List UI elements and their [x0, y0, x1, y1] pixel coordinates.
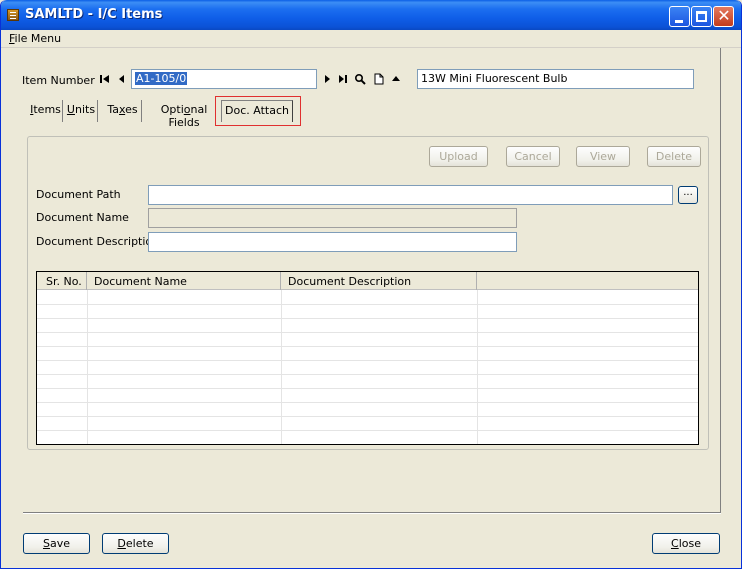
tab-items[interactable]: Items: [29, 100, 63, 122]
table-row[interactable]: [37, 304, 698, 305]
save-button[interactable]: Save: [23, 533, 90, 554]
browse-button[interactable]: ...: [678, 186, 698, 204]
app-icon: [7, 9, 19, 21]
footer-separator-highlight: [23, 513, 721, 514]
column-header-sr-no[interactable]: Sr. No.: [37, 272, 87, 290]
table-row[interactable]: [37, 374, 698, 375]
column-header-document-name[interactable]: Document Name: [87, 272, 281, 290]
previous-record-icon[interactable]: [116, 73, 128, 85]
maximize-icon: [696, 11, 707, 22]
column-header-blank: [477, 272, 698, 290]
grid-header: Sr. No. Document Name Document Descripti…: [37, 272, 698, 290]
table-row[interactable]: [37, 388, 698, 389]
document-path-label: Document Path: [36, 188, 121, 201]
ic-items-window: SAMLTD - I/C Items ✕ File Menu Item Numb…: [0, 0, 742, 569]
table-row[interactable]: [37, 332, 698, 333]
close-window-button[interactable]: ✕: [713, 6, 734, 27]
window-title: SAMLTD - I/C Items: [25, 7, 163, 22]
tab-taxes[interactable]: Taxes: [104, 100, 142, 122]
grid-column-line: [477, 290, 478, 444]
close-icon: ✕: [717, 6, 731, 25]
close-button[interactable]: Close: [652, 533, 720, 554]
grid-column-line: [281, 290, 282, 444]
last-record-icon[interactable]: [337, 73, 349, 85]
item-number-input[interactable]: A1-105/0: [131, 69, 317, 89]
delete-item-button[interactable]: Delete: [102, 533, 169, 554]
document-name-label: Document Name: [36, 211, 129, 224]
tab-units[interactable]: Units: [65, 100, 98, 122]
view-button[interactable]: View: [576, 146, 630, 167]
file-menu[interactable]: File Menu: [9, 32, 61, 45]
zoom-up-icon[interactable]: [390, 73, 402, 85]
upload-button[interactable]: Upload: [429, 146, 488, 167]
title-bar[interactable]: SAMLTD - I/C Items ✕: [1, 0, 741, 30]
documents-grid[interactable]: Sr. No. Document Name Document Descripti…: [36, 271, 699, 445]
minimize-icon: [675, 20, 683, 23]
table-row[interactable]: [37, 430, 698, 431]
table-row[interactable]: [37, 416, 698, 417]
tab-optional-fields[interactable]: Optional Fields: [148, 100, 220, 129]
item-description-field[interactable]: 13W Mini Fluorescent Bulb: [417, 69, 694, 89]
table-row[interactable]: [37, 360, 698, 361]
finder-icon[interactable]: [354, 73, 366, 85]
table-row[interactable]: [37, 318, 698, 319]
cancel-button[interactable]: Cancel: [506, 146, 560, 167]
new-document-icon[interactable]: [373, 73, 385, 85]
table-row[interactable]: [37, 402, 698, 403]
delete-attachment-button[interactable]: Delete: [647, 146, 701, 167]
maximize-button[interactable]: [691, 6, 712, 27]
document-name-field: [148, 208, 517, 228]
tab-highlight-annotation: [215, 96, 301, 126]
column-header-document-description[interactable]: Document Description: [281, 272, 477, 290]
document-description-input[interactable]: [148, 232, 517, 252]
document-description-label: Document Description: [36, 235, 160, 248]
frame-divider: [720, 48, 721, 513]
first-record-icon[interactable]: [99, 73, 111, 85]
table-row[interactable]: [37, 346, 698, 347]
item-number-label: Item Number: [22, 74, 95, 87]
document-path-input[interactable]: [148, 185, 673, 205]
next-record-icon[interactable]: [321, 73, 333, 85]
minimize-button[interactable]: [669, 6, 690, 27]
grid-column-line: [87, 290, 88, 444]
menu-bar: File Menu: [1, 30, 741, 48]
